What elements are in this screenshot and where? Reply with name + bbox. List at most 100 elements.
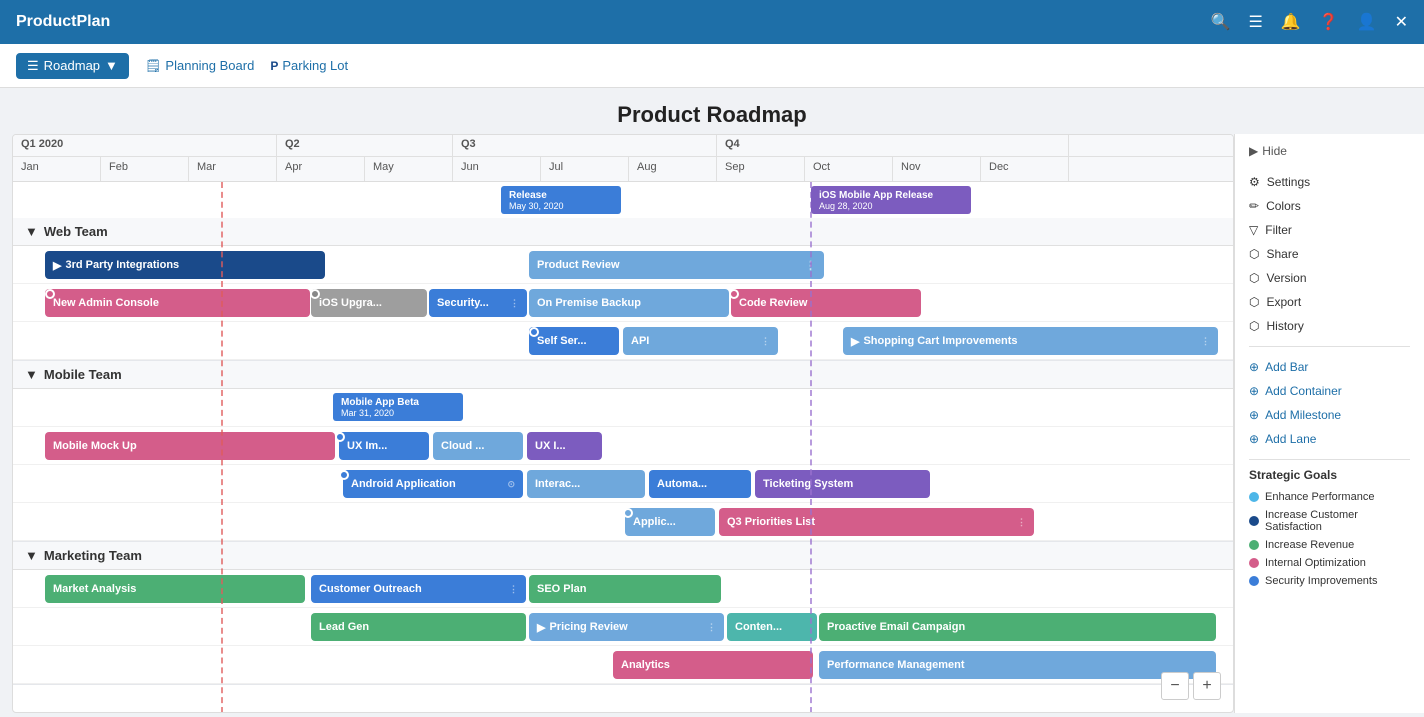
marketing-row-3: Analytics Performance Management — [13, 646, 1233, 684]
web-row-2: New Admin Console iOS Upgra... Security.… — [13, 284, 1233, 322]
ios-release-milestone[interactable]: iOS Mobile App Release Aug 28, 2020 — [811, 186, 971, 214]
sidebar-settings-section: ⚙ Settings ✏ Colors ▽ Filter ⬡ Share ⬡ V… — [1249, 170, 1410, 338]
lane-marketing-team: ▼ Marketing Team Market Analysis Custome… — [13, 542, 1233, 685]
version-icon: ⬡ — [1249, 271, 1259, 285]
bar-ios-upgrade[interactable]: iOS Upgra... — [311, 289, 427, 317]
add-container-button[interactable]: ⊕ Add Container — [1249, 379, 1410, 403]
bar-shopping-cart[interactable]: ▶ Shopping Cart Improvements ⋮ — [843, 327, 1218, 355]
lane-web-team-header[interactable]: ▼ Web Team — [13, 218, 1233, 246]
web-row-3: Self Ser... API ⋮ ▶ Shopping Cart Improv… — [13, 322, 1233, 360]
bar-proactive-email[interactable]: Proactive Email Campaign — [819, 613, 1216, 641]
parking-lot-button[interactable]: P Parking Lot — [270, 58, 348, 73]
bar-content[interactable]: Conten... — [727, 613, 817, 641]
bar-mobile-mockup[interactable]: Mobile Mock Up — [45, 432, 335, 460]
bar-arrow: ▶ — [537, 621, 545, 634]
zoom-in-button[interactable]: + — [1193, 672, 1221, 700]
add-milestone-button[interactable]: ⊕ Add Milestone — [1249, 403, 1410, 427]
add-bar-button[interactable]: ⊕ Add Bar — [1249, 355, 1410, 379]
goal-dot-enhance — [1249, 492, 1259, 502]
history-label: History — [1266, 319, 1303, 333]
bar-applic[interactable]: Applic... — [625, 508, 715, 536]
bar-3rd-party-integrations[interactable]: ▶ 3rd Party Integrations — [45, 251, 325, 279]
mobile-row-1: Mobile Mock Up UX Im... Cloud ... UX I..… — [13, 427, 1233, 465]
bar-q3-priorities[interactable]: Q3 Priorities List ⋮ — [719, 508, 1034, 536]
sidebar-actions-section: ⊕ Add Bar ⊕ Add Container ⊕ Add Mileston… — [1249, 355, 1410, 451]
quarter-row: Q1 2020 Q2 Q3 Q4 — [13, 135, 1233, 157]
bar-security[interactable]: Security... ⋮ — [429, 289, 527, 317]
help-icon[interactable]: ❓ — [1319, 12, 1339, 32]
bar-pricing-review[interactable]: ▶ Pricing Review ⋮ — [529, 613, 724, 641]
bar-on-premise-backup[interactable]: On Premise Backup — [529, 289, 729, 317]
sidebar-export[interactable]: ⬡ Export — [1249, 290, 1410, 314]
month-sep: Sep — [717, 157, 805, 181]
bar-ux-improvements[interactable]: UX Im... — [339, 432, 429, 460]
bar-label: Q3 Priorities List — [727, 516, 815, 528]
roadmap-button[interactable]: ☰ Roadmap ▼ — [16, 53, 129, 79]
milestone-label: Mobile App Beta — [341, 397, 455, 408]
mobile-milestone-row: Mobile App Beta Mar 31, 2020 — [13, 389, 1233, 427]
sidebar-version[interactable]: ⬡ Version — [1249, 266, 1410, 290]
hide-label: Hide — [1262, 144, 1287, 158]
sidebar-colors[interactable]: ✏ Colors — [1249, 194, 1410, 218]
bar-market-analysis[interactable]: Market Analysis — [45, 575, 305, 603]
bar-android-application[interactable]: Android Application ⊙ — [343, 470, 523, 498]
lane-marketing-team-rows: Market Analysis Customer Outreach ⋮ SEO … — [13, 570, 1233, 684]
month-jun: Jun — [453, 157, 541, 181]
hide-panel-button[interactable]: ▶ Hide — [1249, 144, 1410, 158]
toolbar: ☰ Roadmap ▼ 🗒 Planning Board P Parking L… — [0, 44, 1424, 88]
bar-code-review[interactable]: Code Review — [731, 289, 921, 317]
add-lane-button[interactable]: ⊕ Add Lane — [1249, 427, 1410, 451]
bar-performance-management[interactable]: Performance Management — [819, 651, 1216, 679]
share-icon: ⬡ — [1249, 247, 1259, 261]
bar-label: Product Review — [537, 259, 620, 271]
bell-icon[interactable]: 🔔 — [1281, 12, 1301, 32]
lane-mobile-team-label: Mobile Team — [44, 367, 122, 382]
filter-icon: ▽ — [1249, 223, 1258, 237]
mobile-app-beta-milestone[interactable]: Mobile App Beta Mar 31, 2020 — [333, 393, 463, 421]
month-feb: Feb — [101, 157, 189, 181]
bar-new-admin-console[interactable]: New Admin Console — [45, 289, 310, 317]
bar-label: Lead Gen — [319, 621, 369, 633]
bar-customer-outreach[interactable]: Customer Outreach ⋮ — [311, 575, 526, 603]
month-oct: Oct — [805, 157, 893, 181]
menu-icon[interactable]: ☰ — [1248, 12, 1262, 32]
bar-ux-i[interactable]: UX I... — [527, 432, 602, 460]
lane-mobile-team-header[interactable]: ▼ Mobile Team — [13, 361, 1233, 389]
zoom-out-button[interactable]: − — [1161, 672, 1189, 700]
bar-label: Customer Outreach — [319, 583, 422, 595]
bar-cloud[interactable]: Cloud ... — [433, 432, 523, 460]
sidebar-settings[interactable]: ⚙ Settings — [1249, 170, 1410, 194]
lane-marketing-team-header[interactable]: ▼ Marketing Team — [13, 542, 1233, 570]
close-icon[interactable]: ✕ — [1395, 12, 1408, 32]
goal-dot-internal — [1249, 558, 1259, 568]
sidebar-history[interactable]: ⬡ History — [1249, 314, 1410, 338]
bar-automation[interactable]: Automa... — [649, 470, 751, 498]
top-navigation: ProductPlan 🔍 ☰ 🔔 ❓ 👤 ✕ — [0, 0, 1424, 44]
goal-label-internal: Internal Optimization — [1265, 557, 1366, 569]
colors-icon: ✏ — [1249, 199, 1259, 213]
bar-lead-gen[interactable]: Lead Gen — [311, 613, 526, 641]
planning-board-button[interactable]: 🗒 Planning Board — [145, 58, 254, 74]
parking-lot-label: Parking Lot — [282, 58, 348, 73]
bar-api[interactable]: API ⋮ — [623, 327, 778, 355]
month-apr: Apr — [277, 157, 365, 181]
goal-label-security: Security Improvements — [1265, 575, 1377, 587]
release-milestone[interactable]: Release May 30, 2020 — [501, 186, 621, 214]
bar-seo-plan[interactable]: SEO Plan — [529, 575, 721, 603]
user-icon[interactable]: 👤 — [1357, 12, 1377, 32]
bar-ticketing-system[interactable]: Ticketing System — [755, 470, 930, 498]
history-icon: ⬡ — [1249, 319, 1259, 333]
sidebar-share[interactable]: ⬡ Share — [1249, 242, 1410, 266]
lane-marketing-team-label: Marketing Team — [44, 548, 142, 563]
bar-label: UX I... — [535, 440, 566, 452]
bar-analytics[interactable]: Analytics — [613, 651, 813, 679]
bar-product-review[interactable]: Product Review ⋮ — [529, 251, 824, 279]
lane-web-team: ▼ Web Team ▶ 3rd Party Integrations Prod… — [13, 218, 1233, 361]
app-logo[interactable]: ProductPlan — [16, 13, 110, 31]
search-icon[interactable]: 🔍 — [1211, 12, 1231, 32]
bar-interactive[interactable]: Interac... — [527, 470, 645, 498]
goal-internal-optimization: Internal Optimization — [1249, 554, 1410, 572]
sidebar-filter[interactable]: ▽ Filter — [1249, 218, 1410, 242]
bar-self-service[interactable]: Self Ser... — [529, 327, 619, 355]
quarter-q4: Q4 — [717, 135, 1069, 156]
